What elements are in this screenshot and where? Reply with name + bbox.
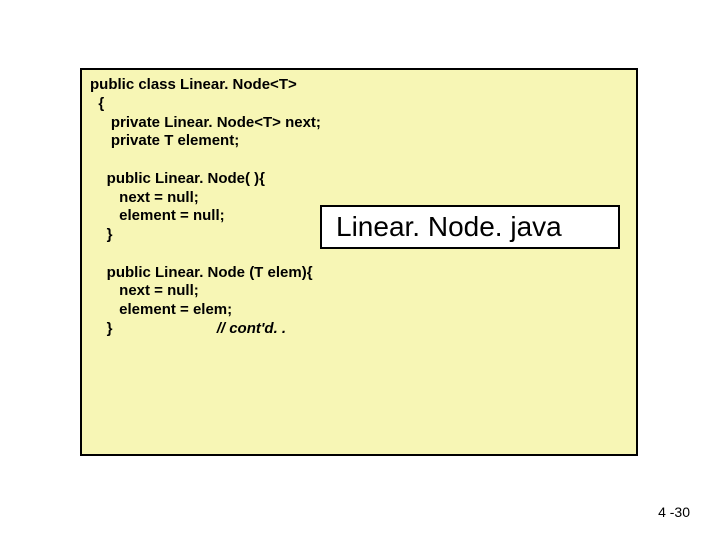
code-line-14b: // cont'd. . bbox=[217, 320, 286, 337]
code-line-14a: } bbox=[90, 320, 217, 337]
code-line-9: } bbox=[90, 226, 113, 243]
code-line-8: element = null; bbox=[90, 207, 225, 224]
code-box: public class Linear. Node<T> { private L… bbox=[80, 68, 638, 456]
filename-label: Linear. Node. java bbox=[336, 211, 562, 243]
code-line-1: public class Linear. Node<T> bbox=[90, 76, 297, 93]
code-line-12: next = null; bbox=[90, 282, 199, 299]
code-line-7: next = null; bbox=[90, 189, 199, 206]
code-line-4: private T element; bbox=[90, 132, 239, 149]
code-line-2: { bbox=[90, 95, 104, 112]
code-line-3: private Linear. Node<T> next; bbox=[90, 114, 321, 131]
code-line-11: public Linear. Node (T elem){ bbox=[90, 264, 313, 281]
code-line-13: element = elem; bbox=[90, 301, 232, 318]
code-line-6: public Linear. Node( ){ bbox=[90, 170, 265, 187]
page-number: 4 -30 bbox=[658, 504, 690, 520]
filename-label-box: Linear. Node. java bbox=[320, 205, 620, 249]
